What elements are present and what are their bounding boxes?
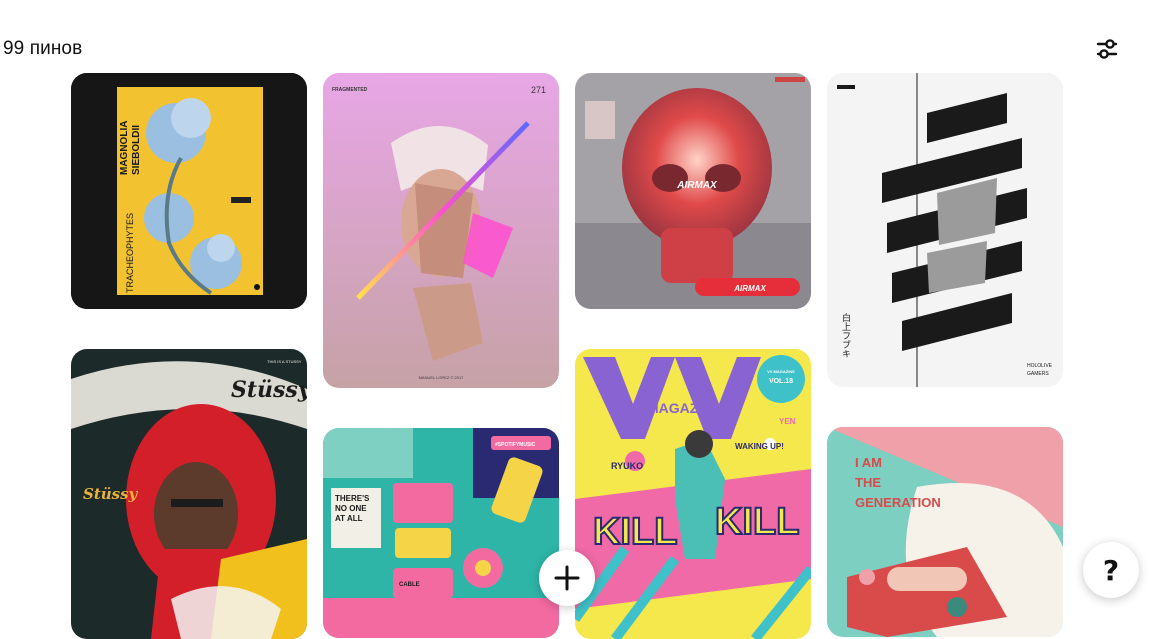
magnolia-subtitle: SIEBOLDII — [131, 125, 142, 175]
vv-magazine-title: MAGAZINE — [647, 400, 722, 416]
sliders-icon — [1096, 39, 1118, 59]
magnolia-image: MAGNOLIA SIEBOLDII TRACHEOPHYTES — [71, 73, 307, 309]
magnolia-caption: TRACHEOPHYTES — [125, 213, 135, 293]
help-icon: ? — [1102, 553, 1120, 587]
help-button[interactable]: ? — [1083, 542, 1139, 598]
fragmented-title: FRAGMENTED — [332, 87, 368, 93]
vv-magazine-image: MAGAZINE VV MAGAZINE VOL.18 YEN RYUKO WA… — [575, 349, 811, 639]
vv-waking: WAKING UP! — [735, 442, 784, 451]
vv-ryuko: RYUKO — [611, 461, 643, 471]
stussy-image: Stüssy Stüssy THIS IS A STUSSY — [71, 349, 307, 639]
spotify-text-line3: AT ALL — [335, 514, 363, 523]
generation-image: I AM THE GENERATION — [827, 427, 1063, 637]
vv-yen: YEN — [779, 417, 796, 426]
filter-button[interactable] — [1093, 36, 1121, 62]
pin-fragmented-portrait[interactable]: FRAGMENTED 271 MANUEL LOPEZ © 2017 — [323, 73, 559, 388]
pin-magnolia-poster[interactable]: MAGNOLIA SIEBOLDII TRACHEOPHYTES — [71, 73, 307, 309]
skull-brand: AIRMAX — [733, 284, 766, 293]
generation-line3: GENERATION — [855, 495, 941, 510]
pin-i-am-the-generation[interactable]: I AM THE GENERATION — [827, 427, 1063, 637]
vv-badge-vol: VOL.18 — [769, 378, 793, 385]
pin-stussy-poster[interactable]: Stüssy Stüssy THIS IS A STUSSY — [71, 349, 307, 639]
fragmented-image: FRAGMENTED 271 MANUEL LOPEZ © 2017 — [323, 73, 559, 388]
hololive-sublabel: GAMERS — [1027, 371, 1049, 377]
plus-icon — [554, 565, 580, 591]
spotify-text-line2: NO ONE — [335, 504, 367, 513]
pin-vv-magazine[interactable]: MAGAZINE VV MAGAZINE VOL.18 YEN RYUKO WA… — [575, 349, 811, 639]
generation-line2: THE — [855, 475, 881, 490]
pin-hololive-fubuki[interactable]: 白上フブキ HOLOLIVE GAMERS — [827, 73, 1063, 387]
vv-kill-left: KILL — [593, 511, 677, 553]
hololive-label: HOLOLIVE — [1027, 363, 1053, 369]
pin-count-heading: 99 пинов — [3, 38, 83, 59]
spotify-hashtag: #SPOTIFYMUSIC — [495, 442, 536, 448]
spotify-text-line1: THERE'S — [335, 494, 370, 503]
hololive-jp-name: 白上フブキ — [840, 312, 851, 358]
stussy-caption: THIS IS A STUSSY — [267, 359, 302, 364]
pin-spotify-illustration[interactable]: THERE'S NO ONE AT ALL #SPOTIFYMUSIC CABL… — [323, 428, 559, 638]
vv-badge-name: VV MAGAZINE — [767, 369, 795, 374]
fragmented-credit: MANUEL LOPEZ © 2017 — [419, 375, 465, 380]
stussy-logo-side: Stüssy — [83, 485, 139, 503]
create-pin-button[interactable] — [539, 550, 595, 606]
fragmented-number: 271 — [531, 85, 546, 95]
spotify-image: THERE'S NO ONE AT ALL #SPOTIFYMUSIC CABL… — [323, 428, 559, 638]
stussy-logo-top: Stüssy — [231, 377, 307, 403]
vv-kill-right: KILL — [715, 501, 799, 543]
generation-line1: I AM — [855, 455, 882, 470]
magnolia-title: MAGNOLIA — [119, 121, 130, 175]
pin-red-skull[interactable]: AIRMAX AIRMAX — [575, 73, 811, 309]
red-skull-image: AIRMAX AIRMAX — [575, 73, 811, 309]
hololive-image: 白上フブキ HOLOLIVE GAMERS — [827, 73, 1063, 387]
spotify-label: CABLE — [399, 582, 420, 588]
skull-headline: AIRMAX — [676, 180, 718, 191]
